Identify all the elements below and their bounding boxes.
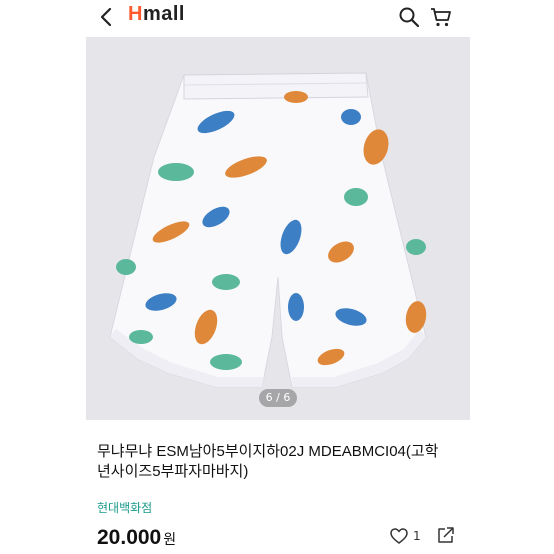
store-name-link[interactable]: 현대백화점 xyxy=(97,499,152,516)
product-title-line-2: 년사이즈5부파자마바지) xyxy=(97,463,249,480)
product-image[interactable] xyxy=(86,37,470,420)
product-title: 무냐무냐 ESM남아5부이지하02J MDEABMCI04(고학 년사이즈5부파… xyxy=(97,442,469,482)
price: 20.000 원 xyxy=(97,526,176,550)
share-icon[interactable] xyxy=(436,525,456,545)
price-value: 20.000 xyxy=(97,526,162,549)
heart-icon[interactable] xyxy=(389,526,409,546)
search-icon[interactable] xyxy=(398,6,420,28)
cart-icon[interactable] xyxy=(429,5,453,29)
currency-label: 원 xyxy=(163,531,177,547)
pajama-shorts-illustration xyxy=(86,37,470,420)
image-counter-badge: 6 / 6 xyxy=(259,389,297,407)
like-count: 1 xyxy=(413,529,421,543)
hmall-logo[interactable]: Hmall xyxy=(128,3,185,26)
back-icon[interactable] xyxy=(96,6,118,28)
top-bar: Hmall xyxy=(0,0,554,34)
product-title-line-1: 무냐무냐 ESM남아5부이지하02J MDEABMCI04(고학 xyxy=(97,443,439,460)
